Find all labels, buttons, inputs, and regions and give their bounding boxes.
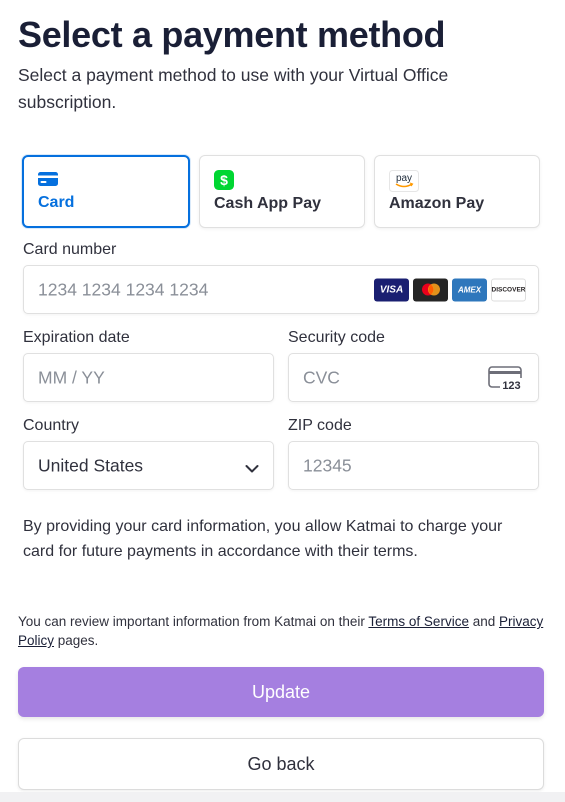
discover-icon: DISCOVER bbox=[491, 278, 526, 301]
authorization-notice: By providing your card information, you … bbox=[23, 518, 503, 560]
expiration-label: Expiration date bbox=[23, 329, 130, 346]
zip-code-label: ZIP code bbox=[288, 417, 352, 434]
tab-card-label: Card bbox=[38, 194, 75, 211]
tab-amazon-pay[interactable]: pay Amazon Pay bbox=[374, 155, 540, 228]
amazon-pay-icon: pay bbox=[389, 170, 419, 197]
card-icon bbox=[38, 171, 58, 192]
terms-prefix: You can review important information fro… bbox=[18, 614, 369, 629]
cvc-card-icon: 123 bbox=[488, 366, 524, 397]
go-back-button[interactable]: Go back bbox=[18, 738, 544, 790]
page-title: Select a payment method bbox=[18, 14, 446, 55]
tab-amazon-pay-label: Amazon Pay bbox=[389, 195, 485, 212]
amazon-pay-icon-text: pay bbox=[396, 173, 412, 184]
terms-of-service-link[interactable]: Terms of Service bbox=[368, 614, 469, 629]
cash-app-icon: $ bbox=[214, 170, 234, 195]
card-brand-logos: VISA AMEX DISCOVER bbox=[374, 278, 526, 301]
zip-code-placeholder: 12345 bbox=[303, 455, 352, 475]
terms-suffix: pages. bbox=[54, 633, 99, 648]
card-number-placeholder: 1234 1234 1234 1234 bbox=[38, 279, 209, 299]
tab-cash-app-pay[interactable]: $ Cash App Pay bbox=[199, 155, 365, 228]
tab-cash-app-label: Cash App Pay bbox=[214, 195, 321, 212]
visa-icon: VISA bbox=[374, 278, 409, 301]
payment-method-tabs: Card $ Cash App Pay pay Amazon Pay bbox=[22, 155, 540, 228]
mastercard-icon bbox=[413, 278, 448, 301]
update-button[interactable]: Update bbox=[18, 667, 544, 717]
country-value: United States bbox=[38, 455, 144, 475]
terms-middle: and bbox=[468, 614, 499, 629]
card-number-label: Card number bbox=[23, 241, 117, 258]
terms-text: You can review important information fro… bbox=[18, 612, 553, 650]
tab-card[interactable]: Card bbox=[22, 155, 190, 228]
zip-code-input[interactable]: 12345 bbox=[288, 441, 539, 490]
bottom-divider bbox=[0, 792, 565, 802]
amex-icon: AMEX bbox=[452, 278, 487, 301]
cvc-icon-text: 123 bbox=[502, 380, 520, 392]
svg-text:$: $ bbox=[220, 172, 228, 188]
card-number-input[interactable]: 1234 1234 1234 1234 VISA AMEX DISCOVER bbox=[23, 265, 539, 314]
page-subtitle: Select a payment method to use with your… bbox=[18, 65, 449, 112]
security-code-placeholder: CVC bbox=[303, 367, 340, 387]
chevron-down-icon bbox=[245, 461, 259, 479]
payment-page: Select a payment method Select a payment… bbox=[0, 0, 565, 802]
expiration-placeholder: MM / YY bbox=[38, 367, 105, 387]
security-code-input[interactable]: CVC 123 bbox=[288, 353, 539, 402]
country-select[interactable]: United States bbox=[23, 441, 274, 490]
country-label: Country bbox=[23, 417, 80, 434]
expiration-input[interactable]: MM / YY bbox=[23, 353, 274, 402]
security-code-label: Security code bbox=[288, 329, 385, 346]
